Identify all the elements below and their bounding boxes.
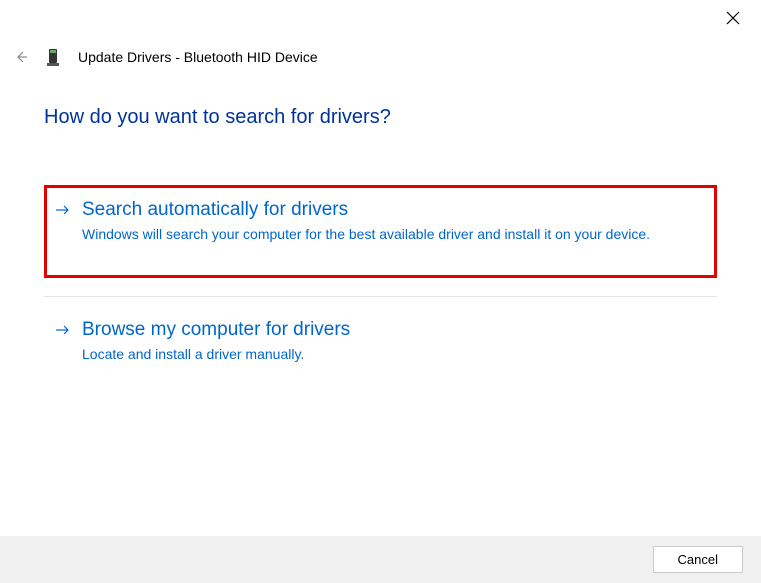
- titlebar: [705, 0, 761, 36]
- option-search-automatically[interactable]: Search automatically for drivers Windows…: [44, 185, 717, 278]
- header: Update Drivers - Bluetooth HID Device: [0, 0, 761, 66]
- cancel-button[interactable]: Cancel: [653, 546, 743, 573]
- page-heading: How do you want to search for drivers?: [44, 106, 717, 129]
- option-description: Windows will search your computer for th…: [82, 225, 705, 245]
- option-title: Browse my computer for drivers: [82, 319, 705, 341]
- option-browse-computer[interactable]: Browse my computer for drivers Locate an…: [44, 305, 717, 383]
- close-button[interactable]: [725, 10, 741, 26]
- device-icon: [46, 48, 60, 66]
- back-arrow-icon: [14, 50, 28, 64]
- separator: [44, 296, 717, 297]
- back-button[interactable]: [14, 50, 28, 64]
- content: How do you want to search for drivers? S…: [0, 66, 761, 382]
- footer: Cancel: [0, 536, 761, 583]
- right-arrow-icon: [56, 324, 70, 336]
- option-description: Locate and install a driver manually.: [82, 345, 705, 365]
- option-list: Search automatically for drivers Windows…: [44, 185, 717, 382]
- window-title: Update Drivers - Bluetooth HID Device: [78, 49, 318, 65]
- close-icon: [726, 11, 740, 25]
- right-arrow-icon: [56, 204, 70, 216]
- option-title: Search automatically for drivers: [82, 199, 705, 221]
